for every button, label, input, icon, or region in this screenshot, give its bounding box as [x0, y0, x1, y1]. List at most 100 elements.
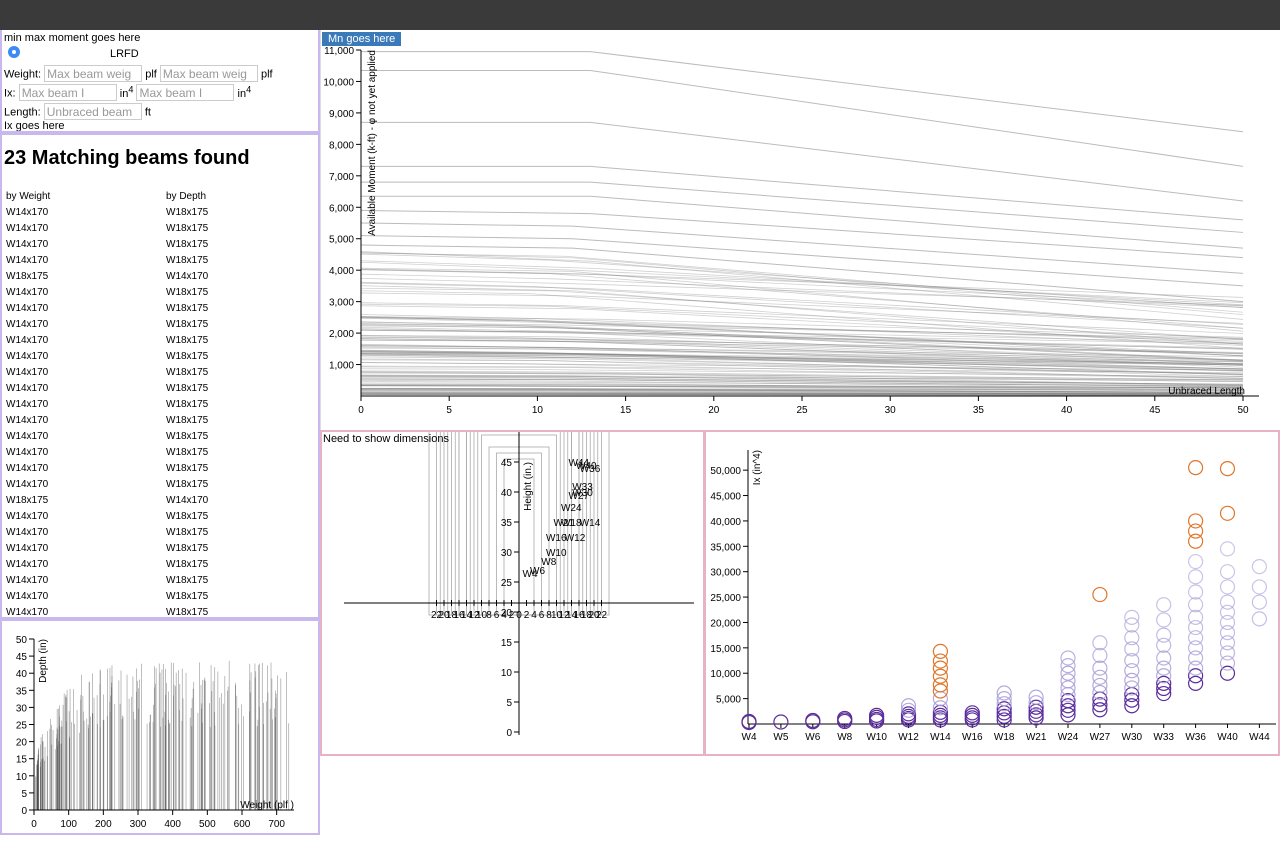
ix-point: [1251, 594, 1268, 610]
beam-by-depth[interactable]: W18x175: [166, 572, 208, 588]
results-row[interactable]: W14x170 W18x175: [6, 380, 208, 396]
beam-by-weight[interactable]: W14x170: [6, 332, 166, 348]
beam-by-weight[interactable]: W18x175: [6, 268, 166, 284]
beam-by-weight[interactable]: W14x170: [6, 508, 166, 524]
beam-by-weight[interactable]: W14x170: [6, 444, 166, 460]
dimensions-panel: Need to show dimensions 22 20 18 16 14 12 10 8 6…: [320, 430, 705, 756]
beam-by-weight[interactable]: W14x170: [6, 316, 166, 332]
beam-by-depth[interactable]: W18x175: [166, 300, 208, 316]
ix-unit-label-2: in4: [237, 84, 252, 100]
results-row[interactable]: W14x170 W18x175: [6, 396, 208, 412]
weight-min-input[interactable]: [44, 65, 143, 82]
y-tick-label: 3,000: [329, 298, 354, 309]
beam-by-weight[interactable]: W14x170: [6, 364, 166, 380]
beam-by-weight[interactable]: W14x170: [6, 252, 166, 268]
results-row[interactable]: W14x170 W18x175: [6, 204, 208, 220]
results-row[interactable]: W14x170 W18x175: [6, 476, 208, 492]
results-row[interactable]: W14x170 W18x175: [6, 316, 208, 332]
results-row[interactable]: W14x170 W18x175: [6, 604, 208, 618]
beam-by-weight[interactable]: W14x170: [6, 540, 166, 556]
beam-by-depth[interactable]: W18x175: [166, 236, 208, 252]
beam-by-weight[interactable]: W14x170: [6, 380, 166, 396]
beam-by-weight[interactable]: W14x170: [6, 220, 166, 236]
ix-max-input[interactable]: [136, 84, 235, 102]
beam-by-depth[interactable]: W18x175: [166, 604, 208, 618]
beam-by-weight[interactable]: W14x170: [6, 284, 166, 300]
beam-by-weight[interactable]: W14x170: [6, 588, 166, 604]
beam-by-depth[interactable]: W18x175: [166, 540, 208, 556]
beam-by-weight[interactable]: W14x170: [6, 300, 166, 316]
beam-by-depth[interactable]: W18x175: [166, 316, 208, 332]
beam-by-weight[interactable]: W14x170: [6, 396, 166, 412]
beam-by-weight[interactable]: W14x170: [6, 348, 166, 364]
beam-by-depth[interactable]: W18x175: [166, 460, 208, 476]
beam-by-depth[interactable]: W14x170: [166, 268, 208, 284]
beam-by-depth[interactable]: W18x175: [166, 444, 208, 460]
beam-by-depth[interactable]: W18x175: [166, 220, 208, 236]
results-row[interactable]: W14x170 W18x175: [6, 332, 208, 348]
need-dimensions-text: Need to show dimensions: [323, 433, 449, 445]
y-tick-label: 30: [16, 703, 28, 714]
beam-by-depth[interactable]: W18x175: [166, 476, 208, 492]
beam-by-depth[interactable]: W18x175: [166, 428, 208, 444]
radio-selected-icon: [8, 46, 20, 59]
results-row[interactable]: W14x170 W18x175: [6, 284, 208, 300]
y-tick-label: 10,000: [323, 77, 354, 88]
beam-by-depth[interactable]: W14x170: [166, 492, 208, 508]
beam-by-depth[interactable]: W18x175: [166, 380, 208, 396]
beam-by-depth[interactable]: W18x175: [166, 204, 208, 220]
y-tick-label: 35: [16, 686, 28, 697]
results-row[interactable]: W18x175 W14x170: [6, 492, 208, 508]
beam-by-depth[interactable]: W18x175: [166, 556, 208, 572]
results-row[interactable]: W14x170 W18x175: [6, 460, 208, 476]
beam-by-weight[interactable]: W14x170: [6, 428, 166, 444]
beam-by-weight[interactable]: W14x170: [6, 524, 166, 540]
results-row[interactable]: W14x170 W18x175: [6, 540, 208, 556]
beam-by-weight[interactable]: W14x170: [6, 204, 166, 220]
mn-button[interactable]: Mn goes here: [322, 32, 402, 46]
results-row[interactable]: W18x175 W14x170: [6, 268, 208, 284]
results-row[interactable]: W14x170 W18x175: [6, 524, 208, 540]
results-header-row: by Weight by Depth: [6, 188, 208, 204]
y-tick-label: 25,000: [710, 593, 741, 604]
ix-point: [932, 683, 948, 699]
results-row[interactable]: W14x170 W18x175: [6, 588, 208, 604]
beam-by-weight[interactable]: W14x170: [6, 556, 166, 572]
x-tick-label: 15: [620, 405, 632, 416]
beam-by-depth[interactable]: W18x175: [166, 588, 208, 604]
beam-by-depth[interactable]: W18x175: [166, 332, 208, 348]
beam-by-depth[interactable]: W18x175: [166, 524, 208, 540]
results-row[interactable]: W14x170 W18x175: [6, 348, 208, 364]
results-row[interactable]: W14x170 W18x175: [6, 220, 208, 236]
beam-by-weight[interactable]: W14x170: [6, 236, 166, 252]
ix-point: [1251, 559, 1268, 575]
beam-by-depth[interactable]: W18x175: [166, 348, 208, 364]
beam-by-depth[interactable]: W18x175: [166, 252, 208, 268]
results-row[interactable]: W14x170 W18x175: [6, 252, 208, 268]
beam-by-depth[interactable]: W18x175: [166, 508, 208, 524]
results-row[interactable]: W14x170 W18x175: [6, 428, 208, 444]
results-row[interactable]: W14x170 W18x175: [6, 444, 208, 460]
beam-by-depth[interactable]: W18x175: [166, 396, 208, 412]
y-tick-label: 15,000: [710, 644, 741, 655]
lrfd-radio[interactable]: [8, 46, 20, 59]
results-row[interactable]: W14x170 W18x175: [6, 508, 208, 524]
beam-by-weight[interactable]: W14x170: [6, 460, 166, 476]
beam-by-depth[interactable]: W18x175: [166, 412, 208, 428]
results-row[interactable]: W14x170 W18x175: [6, 236, 208, 252]
beam-by-weight[interactable]: W18x175: [6, 492, 166, 508]
beam-by-depth[interactable]: W18x175: [166, 364, 208, 380]
beam-by-weight[interactable]: W14x170: [6, 476, 166, 492]
results-row[interactable]: W14x170 W18x175: [6, 364, 208, 380]
beam-by-weight[interactable]: W14x170: [6, 572, 166, 588]
length-input[interactable]: [43, 103, 142, 120]
beam-by-weight[interactable]: W14x170: [6, 412, 166, 428]
results-row[interactable]: W14x170 W18x175: [6, 300, 208, 316]
weight-max-input[interactable]: [159, 65, 258, 82]
beam-by-depth[interactable]: W18x175: [166, 284, 208, 300]
results-row[interactable]: W14x170 W18x175: [6, 556, 208, 572]
beam-by-weight[interactable]: W14x170: [6, 604, 166, 618]
results-row[interactable]: W14x170 W18x175: [6, 412, 208, 428]
results-row[interactable]: W14x170 W18x175: [6, 572, 208, 588]
ix-min-input[interactable]: [18, 84, 117, 102]
